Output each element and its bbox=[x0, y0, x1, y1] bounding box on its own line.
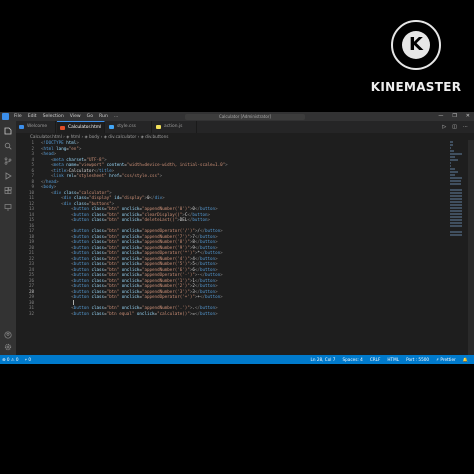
menu-item[interactable]: Go bbox=[87, 112, 93, 121]
menu-item[interactable]: Edit bbox=[28, 112, 37, 121]
minimap-line bbox=[450, 168, 455, 170]
remote-explorer-icon[interactable] bbox=[4, 203, 12, 211]
line-number: 32 bbox=[28, 310, 34, 316]
text-cursor bbox=[73, 300, 74, 305]
status-item[interactable]: ⚡ Prettier bbox=[436, 355, 456, 364]
minimap-line bbox=[450, 156, 455, 158]
code-line[interactable]: <button class="btn" onclick="deleteLast(… bbox=[41, 217, 228, 223]
status-left: ⊗ 0 ⚠ 0 ⑂ 0 bbox=[2, 355, 31, 364]
minimap-line bbox=[450, 231, 462, 233]
minimap-line bbox=[450, 141, 453, 143]
tab-calculator-html[interactable]: Calculator.html bbox=[57, 121, 105, 133]
kinemaster-logo-letter: K bbox=[402, 31, 430, 59]
extensions-icon[interactable] bbox=[4, 187, 12, 195]
window-controls: — ❐ ✕ bbox=[438, 112, 470, 121]
minimap-line bbox=[450, 192, 462, 194]
account-icon[interactable] bbox=[4, 331, 12, 339]
split-editor-icon[interactable]: ◫ bbox=[452, 121, 457, 133]
tab-label: Calculator.html bbox=[68, 125, 102, 130]
status-item[interactable]: ⑂ 0 bbox=[25, 355, 32, 364]
status-item[interactable]: ⊗ 0 ⚠ 0 bbox=[2, 355, 19, 364]
code-content[interactable]: <!DOCTYPE html> <html lang="en"> <head> <m… bbox=[41, 140, 228, 316]
more-actions-icon[interactable]: ⋯ bbox=[463, 121, 468, 133]
minimap-line bbox=[450, 207, 462, 209]
html-file-icon bbox=[60, 126, 65, 130]
status-item[interactable]: Ln 28, Col 7 bbox=[311, 355, 336, 364]
activity-bar bbox=[0, 121, 16, 355]
menu-item[interactable]: ... bbox=[114, 112, 118, 121]
minimap[interactable] bbox=[450, 140, 464, 236]
code-editor[interactable]: 1 2 3 4 5 6 7 8 9 10 11 12 13 14 15 16 17 18 19 20 21 22 23 24 2… bbox=[16, 140, 474, 355]
css-file-icon bbox=[109, 125, 114, 129]
breadcrumb[interactable]: Calculator.html › ◈ html › ◈ body › ◈ di… bbox=[16, 133, 474, 140]
vscode-window: File Edit Selection View Go Run... Calculator… bbox=[0, 112, 474, 364]
minimap-line bbox=[450, 183, 461, 185]
minimap-line bbox=[450, 234, 462, 236]
command-center-search[interactable]: Calculator [Administrator] bbox=[185, 113, 305, 120]
source-control-icon[interactable] bbox=[4, 157, 12, 165]
tab-style-css[interactable]: style.css bbox=[106, 121, 152, 133]
minimap-line bbox=[450, 144, 453, 146]
code-line[interactable]: <button class="btn equal" onclick="calcu… bbox=[41, 311, 228, 317]
status-item[interactable]: 🔔 bbox=[463, 355, 468, 364]
minimap-line bbox=[450, 147, 451, 149]
run-debug-icon[interactable] bbox=[4, 172, 12, 180]
minimap-line bbox=[450, 162, 451, 164]
minimap-line bbox=[450, 225, 462, 227]
minimap-line bbox=[450, 219, 462, 221]
minimap-line bbox=[450, 222, 462, 224]
kinemaster-watermark: K KINEMASTER bbox=[366, 20, 466, 94]
editor-tabs: Welcome Calculator.html style.css action… bbox=[16, 121, 474, 133]
tab-label: style.css bbox=[117, 124, 136, 129]
menu-item[interactable]: Selection bbox=[43, 112, 64, 121]
minimize-button[interactable]: — bbox=[438, 112, 443, 121]
menu-item[interactable]: View bbox=[70, 112, 81, 121]
tab-label: Welcome bbox=[27, 124, 48, 129]
minimap-line bbox=[450, 201, 462, 203]
status-item[interactable]: CRLF bbox=[370, 355, 381, 364]
minimap-line bbox=[450, 213, 462, 215]
run-file-icon[interactable]: ▷ bbox=[442, 121, 446, 133]
menu-item[interactable]: File bbox=[14, 112, 22, 121]
status-item[interactable]: Spaces: 4 bbox=[342, 355, 362, 364]
kinemaster-brand-text: KINEMASTER bbox=[370, 80, 462, 94]
minimap-line bbox=[450, 177, 462, 179]
welcome-tab-icon bbox=[19, 125, 24, 129]
tab-label: action.js bbox=[164, 124, 183, 129]
kinemaster-logo: K bbox=[391, 20, 441, 70]
minimap-line bbox=[450, 180, 461, 182]
menu-bar: File Edit Selection View Go Run... bbox=[14, 112, 118, 121]
search-icon[interactable] bbox=[4, 142, 12, 150]
minimap-line bbox=[450, 150, 454, 152]
code-line[interactable]: <button class="btn" onclick="appendOpera… bbox=[41, 294, 228, 300]
minimap-line bbox=[450, 195, 462, 197]
vscode-logo-icon bbox=[2, 113, 9, 120]
minimap-line bbox=[450, 153, 462, 155]
minimap-line bbox=[450, 198, 462, 200]
tab-welcome[interactable]: Welcome bbox=[16, 121, 56, 133]
vertical-scrollbar[interactable] bbox=[468, 140, 474, 355]
minimap-line bbox=[450, 159, 458, 161]
js-file-icon bbox=[156, 125, 161, 129]
tab-action-js[interactable]: action.js bbox=[153, 121, 197, 133]
close-window-button[interactable]: ✕ bbox=[466, 112, 470, 121]
status-item[interactable]: Port : 5500 bbox=[406, 355, 429, 364]
title-bar: File Edit Selection View Go Run... Calculator… bbox=[0, 112, 474, 121]
minimap-line bbox=[450, 210, 462, 212]
settings-gear-icon[interactable] bbox=[4, 343, 12, 351]
minimap-line bbox=[450, 189, 462, 191]
status-item[interactable]: HTML bbox=[387, 355, 399, 364]
minimap-line bbox=[450, 165, 451, 167]
status-right: Ln 28, Col 7 Spaces: 4 CRLF HTML Port : 5500… bbox=[311, 355, 469, 364]
maximize-button[interactable]: ❐ bbox=[452, 112, 456, 121]
line-number-gutter: 1 2 3 4 5 6 7 8 9 10 11 12 13 14 15 16 17 18 19 20 21 22 23 24 2… bbox=[16, 140, 36, 316]
minimap-line bbox=[450, 174, 455, 176]
minimap-line bbox=[450, 171, 458, 173]
editor-actions: ▷ ◫ ⋯ bbox=[442, 121, 468, 133]
explorer-icon[interactable] bbox=[4, 127, 12, 135]
minimap-line bbox=[450, 216, 462, 218]
menu-item[interactable]: Run bbox=[99, 112, 108, 121]
status-bar: ⊗ 0 ⚠ 0 ⑂ 0 Ln 28, Col 7 Spaces: 4 CRLF HTML… bbox=[0, 355, 474, 364]
minimap-line bbox=[450, 204, 462, 206]
